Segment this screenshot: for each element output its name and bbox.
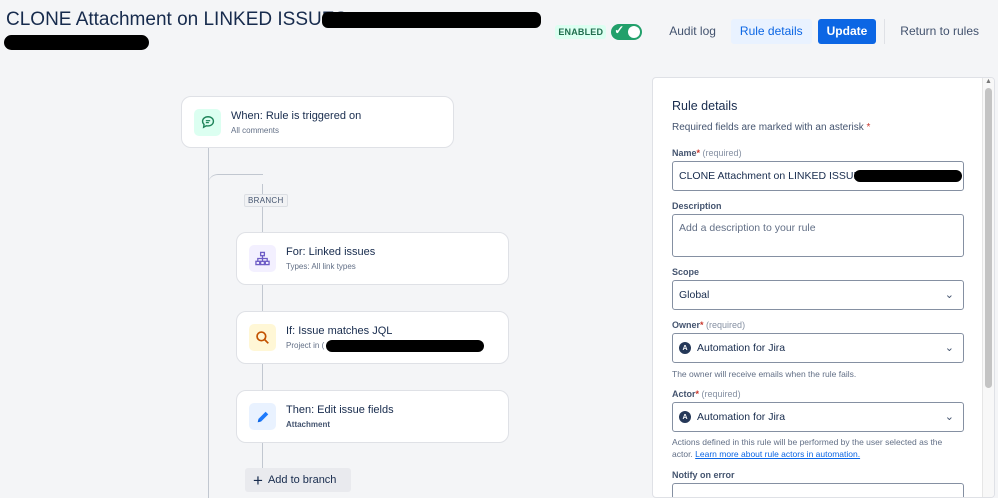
redacted-jql	[326, 340, 484, 352]
required-note-text: Required fields are marked with an aster…	[672, 122, 864, 133]
owner-required-hint: (required)	[706, 320, 746, 330]
enabled-label: ENABLED	[555, 24, 607, 39]
owner-label: Owner* (required)	[672, 320, 745, 330]
name-label: Name* (required)	[672, 148, 742, 158]
name-label-text: Name	[672, 148, 697, 158]
owner-value: Automation for Jira	[697, 342, 786, 354]
enabled-toggle[interactable]: ✓	[611, 22, 643, 40]
plus-icon: +	[253, 470, 263, 490]
toolbar-divider	[884, 19, 886, 44]
branch-step-title: For: Linked issues	[286, 246, 376, 258]
actor-helper-text: Actions defined in this rule will be per…	[672, 436, 957, 460]
name-required-asterisk: *	[696, 148, 701, 158]
owner-helper-text: The owner will receive emails when the r…	[672, 369, 857, 379]
scope-select[interactable]: Global ⌄	[672, 280, 964, 310]
search-icon	[249, 324, 276, 351]
redacted-name-suffix	[854, 170, 962, 182]
description-placeholder: Add a description to your rule	[679, 222, 816, 234]
notify-label: Notify on error	[672, 470, 735, 480]
actor-value: Automation for Jira	[697, 411, 786, 423]
panel-scrollbar[interactable]: ▲	[982, 78, 994, 497]
header-toolbar: ENABLED ✓ Audit log Rule details Update …	[555, 19, 998, 44]
branch-tag: BRANCH	[244, 194, 288, 207]
add-to-branch-button[interactable]: + Add to branch	[245, 468, 351, 492]
rule-title: CLONE Attachment on LINKED ISSUES	[6, 9, 348, 30]
avatar: A	[679, 411, 691, 423]
pencil-icon	[249, 403, 276, 430]
name-required-hint: (required)	[702, 148, 742, 158]
scroll-thumb[interactable]	[985, 88, 992, 388]
return-to-rules-button[interactable]: Return to rules	[891, 19, 988, 44]
actor-required-asterisk: *	[695, 389, 700, 399]
comment-icon	[194, 108, 221, 136]
trigger-title: When: Rule is triggered on	[231, 109, 362, 122]
actor-label: Actor* (required)	[672, 389, 741, 399]
chevron-down-icon: ⌄	[944, 410, 954, 423]
actor-required-hint: (required)	[701, 389, 741, 399]
actor-select[interactable]: A Automation for Jira ⌄	[672, 402, 964, 432]
trigger-card[interactable]: When: Rule is triggered on All comments	[181, 96, 454, 148]
branch-step-card[interactable]: For: Linked issues Types: All link types	[236, 232, 509, 285]
rule-details-panel: Rule details Required fields are marked …	[652, 77, 995, 498]
action-title: Then: Edit issue fields	[286, 404, 394, 416]
update-button[interactable]: Update	[817, 19, 877, 44]
action-card[interactable]: Then: Edit issue fields Attachment	[236, 390, 509, 443]
required-asterisk: *	[866, 122, 871, 133]
chevron-down-icon: ⌄	[944, 341, 954, 354]
redacted-title-extension	[322, 12, 541, 28]
add-to-branch-label: Add to branch	[267, 474, 337, 486]
required-note: Required fields are marked with an aster…	[672, 122, 870, 133]
redacted-title-scribble	[4, 35, 149, 50]
rule-details-button[interactable]: Rule details	[730, 19, 812, 44]
description-field[interactable]: Add a description to your rule	[672, 214, 964, 257]
owner-required-asterisk: *	[700, 320, 704, 330]
actor-label-text: Actor	[672, 389, 696, 399]
toggle-knob	[628, 25, 641, 38]
trigger-subtitle: All comments	[231, 125, 280, 135]
notify-select[interactable]	[672, 483, 964, 497]
chevron-down-icon: ⌄	[944, 288, 954, 301]
branch-step-subtitle: Types: All link types	[286, 262, 356, 271]
owner-label-text: Owner	[672, 320, 701, 330]
avatar: A	[679, 342, 691, 354]
owner-select[interactable]: A Automation for Jira ⌄	[672, 333, 964, 363]
action-subtitle: Attachment	[286, 420, 331, 429]
name-field-value: CLONE Attachment on LINKED ISSUES	[679, 170, 868, 182]
scroll-up-icon[interactable]: ▲	[985, 78, 992, 85]
scope-label: Scope	[672, 267, 700, 277]
learn-more-actors-link[interactable]: Learn more about rule actors in automati…	[695, 449, 860, 459]
check-icon: ✓	[614, 22, 625, 37]
condition-card[interactable]: If: Issue matches JQL Project in (	[236, 311, 509, 364]
panel-heading: Rule details	[672, 99, 738, 113]
hierarchy-icon	[249, 245, 276, 272]
rule-flow-canvas: When: Rule is triggered on All comments …	[0, 60, 650, 498]
condition-subtitle-text: Project in (	[286, 341, 325, 350]
audit-log-button[interactable]: Audit log	[660, 19, 725, 44]
condition-title: If: Issue matches JQL	[286, 325, 393, 337]
description-label: Description	[672, 201, 722, 211]
scope-value: Global	[679, 289, 710, 301]
